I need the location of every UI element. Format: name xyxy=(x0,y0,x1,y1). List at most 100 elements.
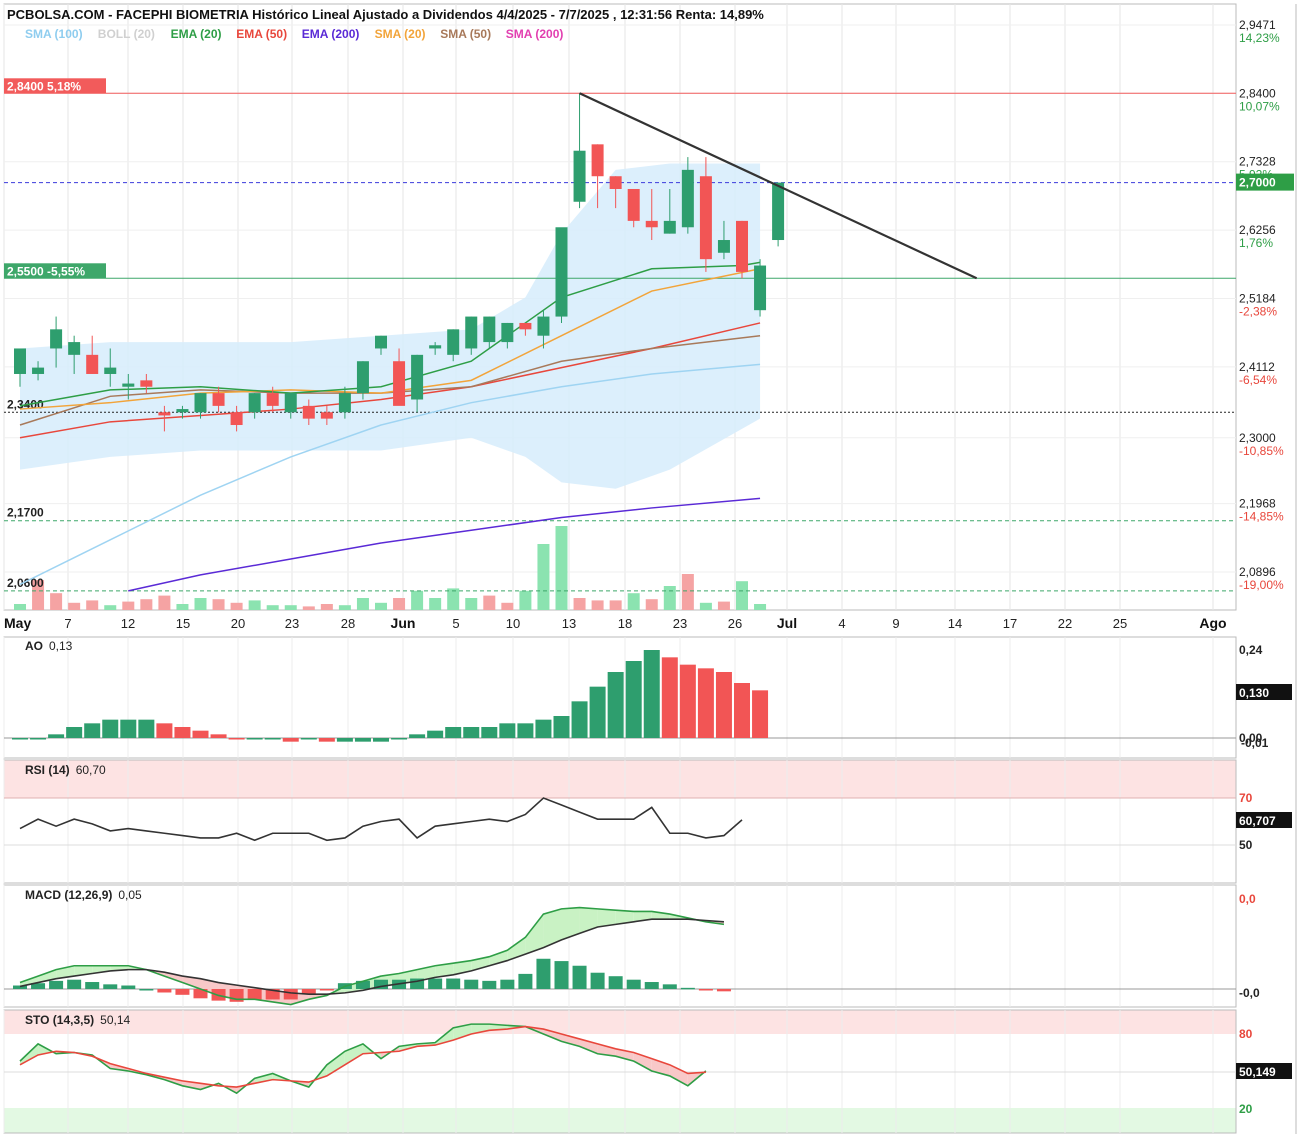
volume-bar xyxy=(68,602,81,610)
volume-bar xyxy=(754,604,767,610)
volume-bar xyxy=(411,590,424,610)
macd-histogram-bar xyxy=(139,989,154,991)
x-axis-tick: 12 xyxy=(121,616,135,631)
price-tick-percent: 14,23% xyxy=(1239,31,1280,45)
candle-body xyxy=(573,150,586,202)
candle-body xyxy=(465,316,478,349)
volume-bar xyxy=(591,600,604,610)
rsi-label: RSI (14) 60,70 xyxy=(25,763,106,777)
sto-value-label: 50,149 xyxy=(1239,1065,1276,1079)
candle-body xyxy=(32,367,45,374)
sto-label: STO (14,3,5) 50,14 xyxy=(25,1013,130,1027)
macd-histogram-bar xyxy=(247,989,262,1000)
ao-bar xyxy=(84,723,101,738)
ao-bar xyxy=(48,734,65,738)
candle-body xyxy=(609,176,622,189)
volume-bar xyxy=(573,598,586,610)
sto-oversold-zone xyxy=(4,1108,1236,1133)
candle-body xyxy=(212,393,225,406)
price-tick-label: 2,3000 xyxy=(1239,431,1276,445)
sto-panel[interactable]: 80 20 50,149 xyxy=(3,1009,1292,1134)
candle-body xyxy=(537,316,550,336)
x-axis-tick: Jun xyxy=(391,615,416,631)
x-axis-tick: 17 xyxy=(1003,616,1017,631)
candle-body xyxy=(158,412,171,416)
candle-body xyxy=(356,361,369,394)
volume-bar xyxy=(194,598,207,610)
x-axis-tick: 15 xyxy=(176,616,190,631)
x-axis-tick: 10 xyxy=(506,616,520,631)
volume-bar xyxy=(230,602,243,610)
ao-bar xyxy=(120,719,137,738)
volume-bar xyxy=(645,599,658,610)
candle-body xyxy=(320,412,333,419)
legend-entry: EMA (50) xyxy=(236,27,287,41)
ao-bar xyxy=(246,738,263,740)
macd-histogram-bar xyxy=(121,985,136,989)
macd-histogram-bar xyxy=(157,989,172,993)
x-axis-tick: 26 xyxy=(728,616,742,631)
ao-bar xyxy=(156,723,173,738)
candle-body xyxy=(754,265,767,311)
volume-bar xyxy=(356,598,369,610)
macd-histogram-bar xyxy=(85,982,100,989)
candle-body xyxy=(501,322,514,343)
candle-body xyxy=(393,361,406,406)
price-level-label: 2,1700 xyxy=(7,506,44,520)
ao-bar xyxy=(499,723,516,738)
candle-body xyxy=(717,240,730,253)
ao-bar xyxy=(66,727,83,738)
x-axis-tick: 25 xyxy=(1113,616,1127,631)
macd-histogram-bar xyxy=(301,989,316,994)
macd-axis-label: 0,0 xyxy=(1239,892,1256,906)
x-axis-tick: 13 xyxy=(562,616,576,631)
price-level-label: 2,5500 -5,55% xyxy=(7,264,85,278)
volume-bar xyxy=(609,600,622,610)
ao-bar xyxy=(752,690,769,738)
volume-bar xyxy=(519,590,532,610)
rsi-overbought-zone xyxy=(4,760,1236,798)
price-tick-label: 2,4112 xyxy=(1239,360,1275,374)
volume-bar xyxy=(50,593,63,610)
macd-histogram-bar xyxy=(572,965,587,989)
volume-bar xyxy=(284,605,297,610)
macd-histogram-bar xyxy=(626,979,641,989)
candle-body xyxy=(483,316,496,343)
volume-bar xyxy=(736,581,748,610)
price-tick-percent: -14,85% xyxy=(1239,510,1284,524)
candle-body xyxy=(266,393,279,406)
legend-entry: BOLL (20) xyxy=(98,27,155,41)
candle-body xyxy=(302,405,315,419)
ao-bar xyxy=(300,738,317,740)
macd-histogram-bar xyxy=(175,989,190,995)
candle-body xyxy=(230,412,243,426)
x-axis-tick: 7 xyxy=(64,616,71,631)
x-axis-tick: 23 xyxy=(285,616,299,631)
price-tick-percent: 1,76% xyxy=(1239,236,1273,250)
volume-bar xyxy=(393,598,406,610)
ao-bar xyxy=(535,719,552,738)
x-axis-tick: 23 xyxy=(673,616,687,631)
candle-body xyxy=(68,342,81,355)
x-axis-tick: Ago xyxy=(1199,615,1226,631)
ao-bar xyxy=(12,738,28,740)
rsi-axis-label: 50 xyxy=(1239,838,1253,852)
volume-bar xyxy=(681,574,694,610)
volume-bar xyxy=(338,605,351,610)
volume-bar xyxy=(447,588,460,610)
ao-bar xyxy=(445,727,462,738)
x-axis-tick: 9 xyxy=(892,616,899,631)
x-axis-tick: 20 xyxy=(231,616,245,631)
candle-body xyxy=(681,169,694,228)
macd-histogram-bar xyxy=(608,976,623,989)
ao-bar xyxy=(589,686,606,738)
ao-bar xyxy=(625,661,642,738)
price-tick-percent: -2,38% xyxy=(1239,304,1277,318)
ao-bar xyxy=(697,668,714,738)
volume-bar xyxy=(158,595,171,610)
price-tick-percent: -19,00% xyxy=(1239,578,1284,592)
candle-body xyxy=(338,393,351,413)
legend-entry: EMA (200) xyxy=(302,27,360,41)
sto-axis-label: 20 xyxy=(1239,1102,1253,1116)
candle-body xyxy=(248,393,261,413)
